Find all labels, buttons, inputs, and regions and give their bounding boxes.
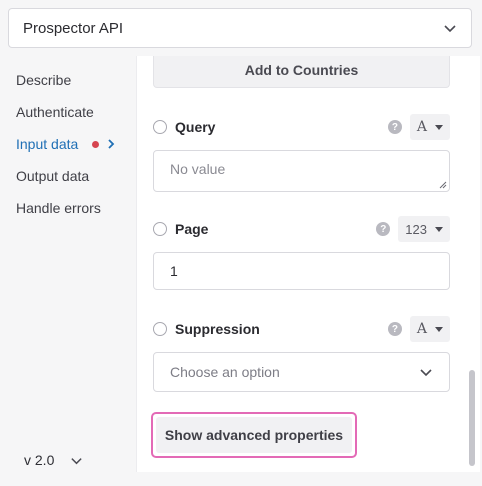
input-data-panel: Add to Countries Query ? A No value Page…: [136, 56, 480, 472]
suppression-placeholder: Choose an option: [170, 364, 280, 380]
text-type-icon: A: [416, 119, 427, 135]
sidebar-item-label: Handle errors: [16, 200, 101, 216]
sidebar-item-authenticate[interactable]: Authenticate: [16, 102, 94, 122]
help-icon[interactable]: ?: [387, 322, 402, 336]
caret-down-icon: [435, 226, 443, 232]
suppression-radio[interactable]: [153, 322, 167, 336]
suppression-label: Suppression: [175, 321, 260, 337]
caret-down-icon: [435, 326, 443, 332]
panel-footer-strip: [136, 472, 480, 486]
help-icon[interactable]: ?: [376, 222, 391, 236]
version-select[interactable]: v 2.0: [24, 452, 83, 468]
help-icon[interactable]: ?: [387, 120, 402, 134]
error-indicator-dot: [92, 140, 100, 148]
page-radio[interactable]: [153, 222, 167, 236]
sidebar-item-label: Authenticate: [16, 104, 94, 120]
query-radio[interactable]: [153, 120, 167, 134]
sidebar-item-label: Output data: [16, 168, 90, 184]
page-type-select[interactable]: 123: [398, 216, 450, 242]
sidebar-item-label: Input data: [16, 136, 79, 152]
app-select-value: Prospector API: [23, 19, 124, 37]
chevron-right-icon: [108, 139, 115, 149]
text-type-icon: A: [416, 321, 427, 337]
chevron-down-icon: [444, 25, 456, 33]
query-placeholder: No value: [170, 161, 226, 177]
add-to-countries-button[interactable]: Add to Countries: [153, 56, 450, 88]
version-label: v 2.0: [24, 452, 55, 468]
caret-down-icon: [435, 124, 443, 130]
app-select[interactable]: Prospector API: [8, 8, 472, 48]
chevron-down-icon: [420, 369, 432, 377]
page-label: Page: [175, 221, 209, 237]
query-type-select[interactable]: A: [409, 114, 450, 140]
scrollbar-thumb[interactable]: [469, 370, 475, 466]
page-input[interactable]: 1: [153, 252, 450, 290]
suppression-select[interactable]: Choose an option: [153, 352, 450, 392]
sidebar-item-output-data[interactable]: Output data: [16, 166, 89, 186]
page-field-header: Page ? 123: [153, 216, 450, 242]
sidebar-item-describe[interactable]: Describe: [16, 70, 71, 90]
sidebar-item-handle-errors[interactable]: Handle errors: [16, 198, 101, 218]
chevron-down-icon: [71, 457, 83, 464]
query-field-header: Query ? A: [153, 114, 450, 140]
show-advanced-properties-label: Show advanced properties: [156, 417, 352, 453]
page-value: 1: [170, 263, 178, 279]
suppression-field-header: Suppression ? A: [153, 316, 450, 342]
query-label: Query: [175, 119, 216, 135]
suppression-type-select[interactable]: A: [409, 316, 450, 342]
sidebar: Describe Authenticate Input data Output …: [0, 56, 136, 486]
show-advanced-properties-button[interactable]: Show advanced properties: [151, 412, 357, 458]
number-type-icon: 123: [405, 221, 427, 237]
query-textarea[interactable]: No value: [153, 150, 450, 192]
resize-grip-icon[interactable]: [439, 181, 447, 189]
sidebar-item-input-data[interactable]: Input data: [16, 134, 115, 154]
sidebar-item-label: Describe: [16, 72, 72, 88]
